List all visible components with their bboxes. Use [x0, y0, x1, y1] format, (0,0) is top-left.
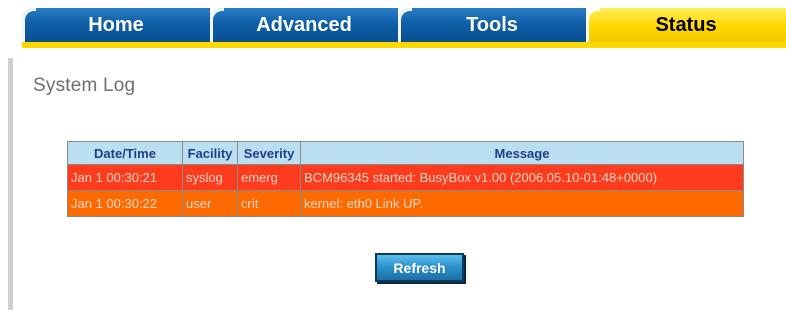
cell-datetime: Jan 1 00:30:21: [67, 164, 183, 191]
column-header-facility: Facility: [182, 141, 238, 165]
column-header-datetime: Date/Time: [67, 141, 183, 165]
cell-message: BCM96345 started: BusyBox v1.00 (2006.05…: [300, 164, 744, 191]
tab-advanced-label: Advanced: [256, 13, 352, 36]
top-nav-tabbar: Home Advanced Tools Status: [22, 8, 786, 50]
cell-severity: emerg: [237, 164, 301, 191]
tab-edge-decoration: [586, 8, 600, 42]
cell-facility: syslog: [182, 164, 238, 191]
tab-edge-decoration: [210, 8, 224, 42]
tab-advanced[interactable]: Advanced: [210, 8, 398, 42]
table-row: Jan 1 00:30:22 user crit kernel: eth0 Li…: [67, 190, 744, 217]
left-divider: [8, 58, 13, 310]
column-header-message: Message: [300, 141, 744, 165]
tab-tools-label: Tools: [466, 13, 518, 36]
refresh-button[interactable]: Refresh: [375, 253, 464, 282]
tab-home[interactable]: Home: [22, 8, 210, 42]
tab-status[interactable]: Status: [586, 8, 786, 42]
cell-severity: crit: [237, 190, 301, 217]
system-log-table: Date/Time Facility Severity Message Jan …: [67, 141, 744, 217]
active-tab-underline: [22, 42, 786, 48]
cell-datetime: Jan 1 00:30:22: [67, 190, 183, 217]
column-header-severity: Severity: [237, 141, 301, 165]
tab-tools[interactable]: Tools: [398, 8, 586, 42]
tab-home-label: Home: [88, 13, 144, 36]
tab-edge-decoration: [22, 8, 36, 42]
cell-message: kernel: eth0 Link UP.: [300, 190, 744, 217]
cell-facility: user: [182, 190, 238, 217]
tab-status-label: Status: [655, 13, 717, 36]
table-row: Jan 1 00:30:21 syslog emerg BCM96345 sta…: [67, 164, 744, 191]
table-header-row: Date/Time Facility Severity Message: [67, 141, 744, 165]
page-title: System Log: [33, 75, 136, 96]
tab-edge-decoration: [398, 8, 412, 42]
